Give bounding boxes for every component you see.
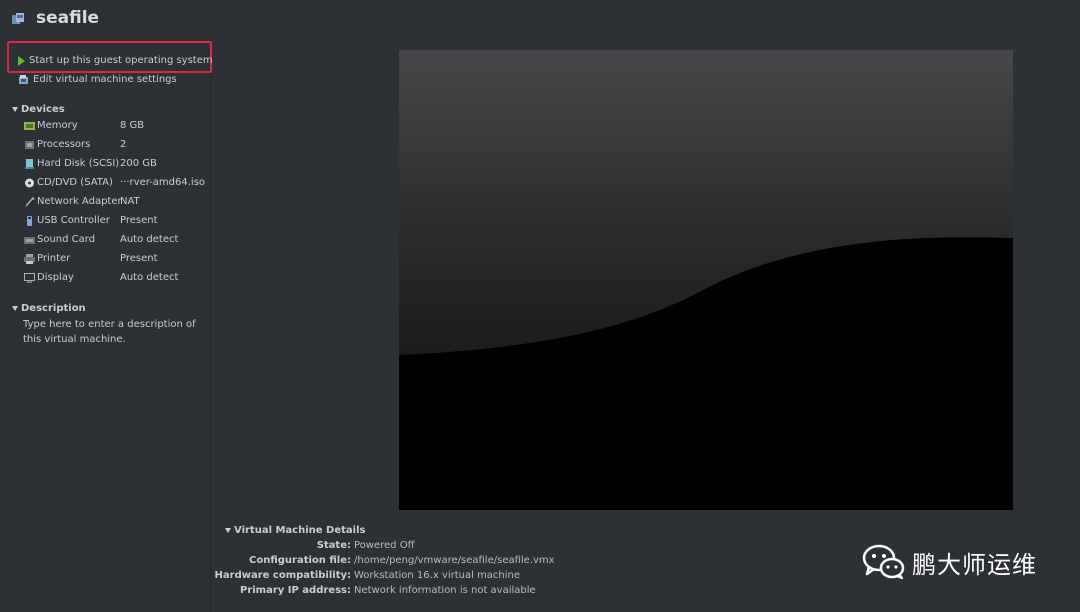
sound-card-icon — [24, 237, 35, 244]
edit-settings-button[interactable]: Edit virtual machine settings — [18, 74, 177, 85]
device-row-hard-disk[interactable]: Hard Disk (SCSI) 200 GB — [24, 157, 209, 173]
processor-icon — [25, 141, 34, 149]
chevron-down-icon — [225, 528, 231, 533]
devices-section-toggle[interactable]: Devices — [12, 104, 65, 115]
description-header: Description — [21, 303, 86, 314]
detail-row-ip-address: Primary IP address: Network information … — [239, 585, 536, 596]
device-row-usb-controller[interactable]: USB Controller Present — [24, 214, 209, 230]
details-section-toggle[interactable]: Virtual Machine Details — [225, 525, 365, 536]
title-bar: seafile — [0, 0, 1080, 40]
device-row-display[interactable]: Display Auto detect — [24, 271, 209, 287]
start-vm-label: Start up this guest operating system — [29, 55, 213, 66]
detail-row-state: State: Powered Off — [316, 540, 415, 551]
vm-preview-image — [399, 50, 1013, 510]
device-row-network-adapter[interactable]: Network Adapter NAT — [24, 195, 209, 211]
watermark: 鹏大师运维 — [862, 544, 1037, 580]
vm-icon — [12, 13, 24, 24]
memory-icon — [24, 122, 35, 130]
detail-row-config-file: Configuration file: /home/peng/vmware/se… — [249, 555, 555, 566]
usb-controller-icon — [27, 216, 32, 226]
chevron-down-icon — [12, 107, 18, 112]
sidebar: Start up this guest operating system Edi… — [0, 40, 213, 612]
start-vm-button[interactable]: Start up this guest operating system — [18, 55, 213, 66]
network-adapter-icon — [25, 197, 35, 207]
watermark-text: 鹏大师运维 — [912, 550, 1037, 579]
cd-dvd-icon — [25, 178, 34, 188]
printer-icon — [24, 254, 35, 264]
device-row-cd-dvd[interactable]: CD/DVD (SATA) ···rver-amd64.iso — [24, 176, 209, 192]
page-title: seafile — [36, 8, 100, 28]
settings-icon — [19, 75, 28, 84]
details-header: Virtual Machine Details — [234, 525, 366, 536]
edit-settings-label: Edit virtual machine settings — [33, 74, 177, 85]
play-icon — [18, 55, 25, 66]
display-icon — [24, 273, 35, 283]
vm-screen-preview — [399, 50, 1013, 510]
hard-disk-icon — [25, 159, 34, 169]
device-row-printer[interactable]: Printer Present — [24, 252, 209, 268]
description-field[interactable]: Type here to enter a description of this… — [23, 317, 208, 347]
wechat-icon — [862, 544, 905, 580]
device-row-sound-card[interactable]: Sound Card Auto detect — [24, 233, 209, 249]
detail-row-hardware-compat: Hardware compatibility: Workstation 16.x… — [214, 570, 521, 581]
chevron-down-icon — [12, 306, 18, 311]
device-row-memory[interactable]: Memory 8 GB — [24, 119, 209, 135]
device-row-processors[interactable]: Processors 2 — [24, 138, 209, 154]
description-section-toggle[interactable]: Description — [12, 303, 86, 314]
devices-header: Devices — [21, 104, 65, 115]
